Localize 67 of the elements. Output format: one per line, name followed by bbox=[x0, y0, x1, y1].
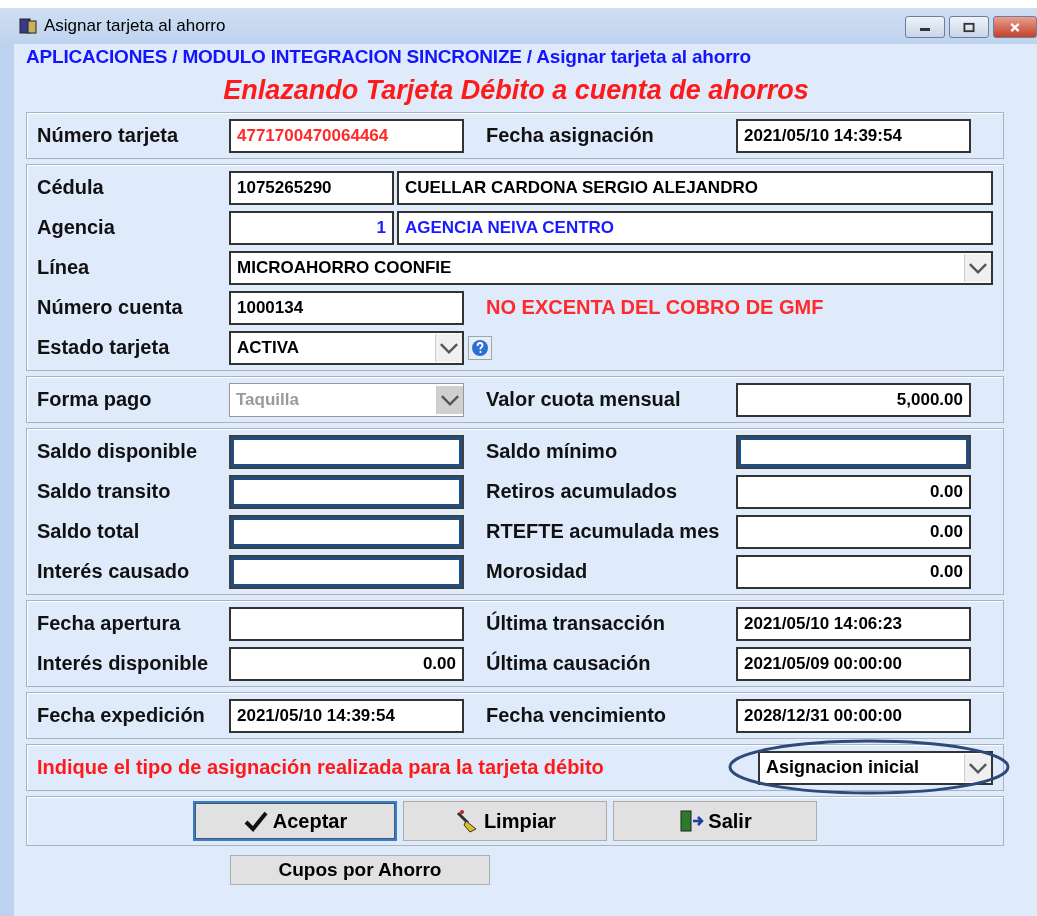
field-label: Fecha expedición bbox=[37, 704, 206, 727]
field-label: Forma pago bbox=[37, 388, 153, 411]
input-field[interactable]: 2021/05/10 14:39:54 bbox=[736, 118, 971, 153]
input-field[interactable]: 0.00 bbox=[736, 474, 971, 509]
minimize-button[interactable] bbox=[905, 16, 945, 38]
input-field[interactable]: CUELLAR CARDONA SERGIO ALEJANDRO bbox=[397, 170, 993, 205]
input-field[interactable]: 5,000.00 bbox=[736, 382, 971, 417]
action-button[interactable]: Limpiar bbox=[403, 801, 607, 841]
dropdown[interactable]: Asignacion inicial bbox=[758, 750, 993, 785]
door-icon bbox=[678, 809, 705, 833]
dropdown[interactable]: ACTIVA bbox=[229, 330, 464, 365]
field-label: Saldo total bbox=[37, 520, 141, 543]
input-field[interactable]: 2021/05/10 14:06:23 bbox=[736, 606, 971, 641]
cupos-button[interactable]: Cupos por Ahorro bbox=[230, 855, 490, 885]
input-field[interactable]: 1075265290 bbox=[229, 170, 394, 205]
field-label: Saldo mínimo bbox=[485, 440, 619, 463]
field-label: Número cuenta bbox=[37, 296, 184, 319]
input-field[interactable] bbox=[736, 434, 971, 469]
action-button[interactable]: Salir bbox=[613, 801, 817, 841]
close-button[interactable] bbox=[993, 16, 1037, 38]
input-field[interactable]: 4771700470064464 bbox=[229, 118, 464, 153]
field-label: Morosidad bbox=[485, 560, 589, 583]
field-label: RTEFTE acumulada mes bbox=[485, 520, 721, 543]
warning-text: NO EXCENTA DEL COBRO DE GMF bbox=[486, 296, 824, 319]
help-icon bbox=[468, 335, 492, 360]
field-label: Estado tarjeta bbox=[37, 336, 171, 359]
field-label: Fecha vencimiento bbox=[485, 704, 668, 727]
minimize-icon bbox=[920, 28, 930, 31]
instruction-text: Indique el tipo de asignación realizada para la tarjeta débito bbox=[37, 756, 605, 779]
input-field[interactable] bbox=[229, 606, 464, 641]
field-label: Número tarjeta bbox=[37, 124, 180, 147]
input-field[interactable]: 1000134 bbox=[229, 290, 464, 325]
field-label: Línea bbox=[37, 256, 91, 279]
field-label: Retiros acumulados bbox=[485, 480, 679, 503]
field-label: Valor cuota mensual bbox=[485, 388, 682, 411]
field-label: Interés disponible bbox=[37, 652, 210, 675]
input-field[interactable]: 2021/05/10 14:39:54 bbox=[229, 698, 464, 733]
field-label: Última transacción bbox=[485, 612, 666, 635]
field-label: Saldo disponible bbox=[37, 440, 198, 463]
form-heading: Enlazando Tarjeta Débito a cuenta de ahorros bbox=[222, 74, 810, 107]
input-field[interactable]: 1 bbox=[229, 210, 394, 245]
field-label: Fecha asignación bbox=[485, 124, 655, 147]
input-field[interactable] bbox=[229, 434, 464, 469]
breadcrumb: APLICACIONES / MODULO INTEGRACION SINCRONIZE / Asignar tarjeta al ahorro bbox=[26, 45, 752, 69]
input-field[interactable]: AGENCIA NEIVA CENTRO bbox=[397, 210, 993, 245]
field-label: Fecha apertura bbox=[37, 612, 182, 635]
input-field[interactable] bbox=[229, 474, 464, 509]
check-icon bbox=[242, 809, 269, 833]
input-field[interactable] bbox=[229, 514, 464, 549]
maximize-icon bbox=[962, 21, 976, 33]
dropdown[interactable]: MICROAHORRO COONFIE bbox=[229, 250, 993, 285]
action-button[interactable]: Aceptar bbox=[193, 801, 397, 841]
input-field[interactable]: 0.00 bbox=[736, 514, 971, 549]
field-label: Saldo transito bbox=[37, 480, 172, 503]
app-icon bbox=[18, 16, 38, 36]
field-label: Última causación bbox=[485, 652, 652, 675]
input-field[interactable]: 2021/05/09 00:00:00 bbox=[736, 646, 971, 681]
input-field[interactable]: 2028/12/31 00:00:00 bbox=[736, 698, 971, 733]
field-label: Agencia bbox=[37, 216, 116, 239]
input-field[interactable]: 0.00 bbox=[736, 554, 971, 589]
input-field[interactable]: 0.00 bbox=[229, 646, 464, 681]
maximize-button[interactable] bbox=[949, 16, 989, 38]
input-field[interactable] bbox=[229, 554, 464, 589]
field-label: Interés causado bbox=[37, 560, 191, 583]
close-icon bbox=[1008, 21, 1022, 33]
window-title: Asignar tarjeta al ahorro bbox=[44, 16, 226, 36]
field-label: Cédula bbox=[37, 176, 105, 199]
